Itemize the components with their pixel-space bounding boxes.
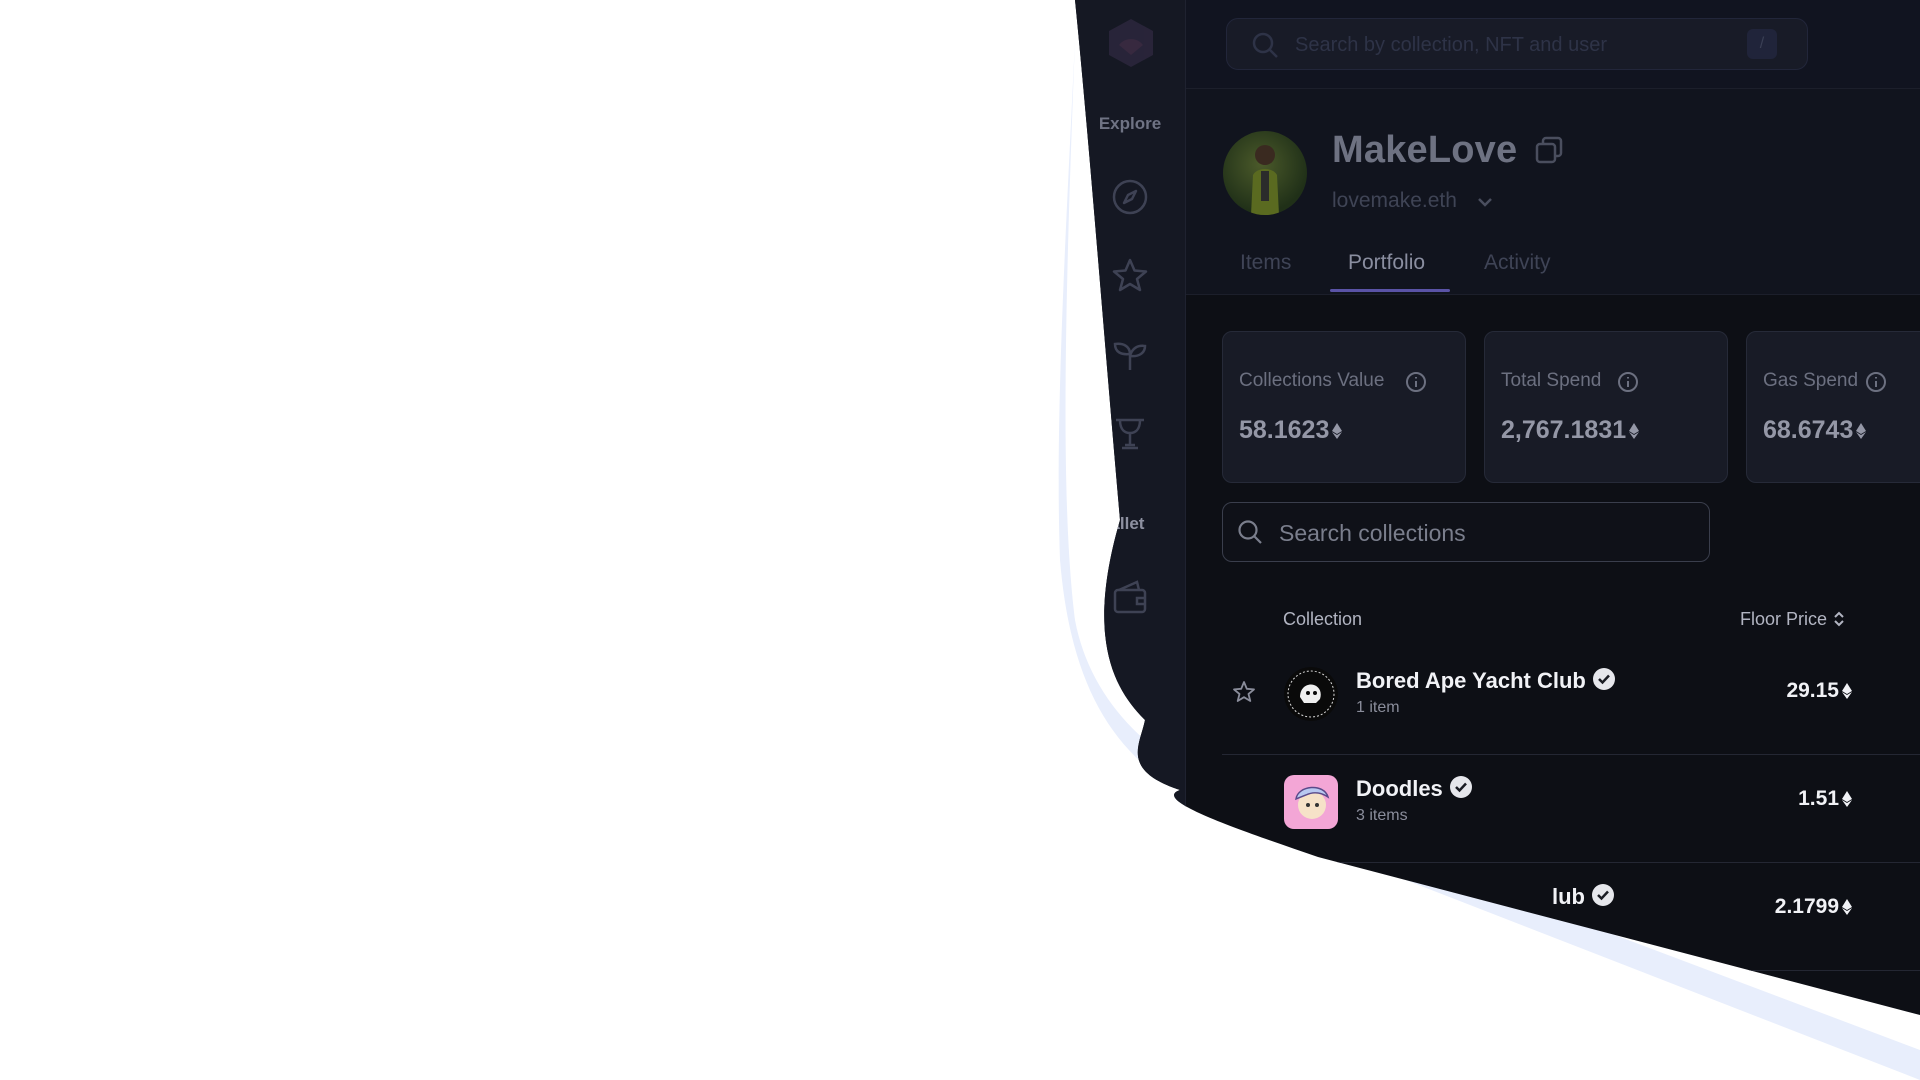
- collection-item-count: 3 items: [1356, 807, 1408, 824]
- verified-badge-icon: [1449, 775, 1473, 799]
- floor-price: 1.51: [1798, 787, 1852, 811]
- column-header-floor-price[interactable]: Floor Price: [1740, 609, 1845, 630]
- search-shortcut-key: /: [1747, 29, 1777, 59]
- stat-label: Total Spend: [1501, 370, 1602, 391]
- eth-icon: [1842, 791, 1852, 807]
- collection-logo: [1284, 775, 1338, 829]
- tab-items[interactable]: Items: [1240, 251, 1291, 275]
- collection-search-placeholder: Search collections: [1279, 520, 1466, 546]
- avatar: [1223, 131, 1307, 215]
- search-icon: [1237, 519, 1263, 545]
- search-icon: [1251, 31, 1279, 59]
- sidebar-section-wallet: Wallet: [1095, 514, 1145, 533]
- eth-icon: [1332, 423, 1342, 439]
- profile-header: MakeLove lovemake.eth Items Portfolio Ac…: [1186, 89, 1920, 295]
- star-icon[interactable]: [1111, 257, 1149, 295]
- active-tab-indicator: [1330, 289, 1450, 292]
- info-icon[interactable]: [1865, 371, 1887, 393]
- stat-label: Gas Spend: [1763, 370, 1859, 391]
- table-row[interactable]: Bored Ape Yacht Club 1 item 29.15: [1222, 647, 1920, 755]
- compass-icon[interactable]: [1111, 178, 1149, 216]
- verified-badge-icon: [1592, 667, 1616, 691]
- floor-price: 2.1799: [1775, 895, 1852, 919]
- tab-portfolio[interactable]: Portfolio: [1348, 251, 1425, 275]
- stat-value: 58.1623: [1239, 416, 1342, 445]
- eth-icon: [1629, 423, 1639, 439]
- stat-card-collections-value: Collections Value 58.1623: [1222, 331, 1466, 483]
- tab-activity[interactable]: Activity: [1484, 251, 1551, 275]
- eth-icon: [1856, 423, 1866, 439]
- sidebar-section-explore: Explore: [1098, 114, 1162, 133]
- app-window: Explore Wallet Search by collection, NFT…: [0, 0, 1920, 1080]
- collection-name: lub: [1552, 883, 1615, 910]
- global-search-placeholder: Search by collection, NFT and user: [1295, 34, 1608, 56]
- app-logo-icon[interactable]: [1103, 15, 1159, 71]
- eth-icon: [1842, 683, 1852, 699]
- collection-name: Bored Ape Yacht Club: [1356, 667, 1616, 694]
- collection-search-input[interactable]: Search collections: [1222, 502, 1710, 562]
- stat-value: 68.6743: [1763, 416, 1866, 445]
- collection-name: Doodles: [1356, 775, 1473, 802]
- verified-badge-icon: [1591, 883, 1615, 907]
- stat-card-total-spend: Total Spend 2,767.1831: [1484, 331, 1728, 483]
- sort-icon: [1833, 611, 1845, 627]
- column-header-collection: Collection: [1283, 609, 1363, 629]
- global-search-input[interactable]: Search by collection, NFT and user /: [1226, 18, 1808, 70]
- stat-card-gas-spend: Gas Spend 68.6743: [1746, 331, 1920, 483]
- table-row[interactable]: lub 2.1799: [1222, 863, 1920, 971]
- sprout-icon[interactable]: [1111, 336, 1149, 374]
- stat-value: 2,767.1831: [1501, 416, 1639, 445]
- sidebar: Explore Wallet: [1075, 0, 1186, 1080]
- trophy-icon[interactable]: [1111, 415, 1149, 453]
- eth-icon: [1842, 899, 1852, 915]
- ens-address[interactable]: lovemake.eth: [1332, 189, 1457, 213]
- chevron-down-icon[interactable]: [1476, 193, 1494, 211]
- collection-item-count: 1 item: [1356, 699, 1400, 716]
- profile-name: MakeLove: [1332, 129, 1518, 171]
- info-icon[interactable]: [1617, 371, 1639, 393]
- star-icon[interactable]: [1232, 680, 1256, 704]
- top-bar: Search by collection, NFT and user /: [1186, 0, 1920, 89]
- stat-label: Collections Value: [1239, 370, 1385, 391]
- info-icon[interactable]: [1405, 371, 1427, 393]
- floor-price: 29.15: [1786, 679, 1852, 703]
- table-row[interactable]: Doodles 3 items 1.51: [1222, 755, 1920, 863]
- wallet-icon[interactable]: [1111, 578, 1149, 616]
- collection-logo: [1284, 667, 1338, 721]
- copy-icon[interactable]: [1534, 135, 1564, 165]
